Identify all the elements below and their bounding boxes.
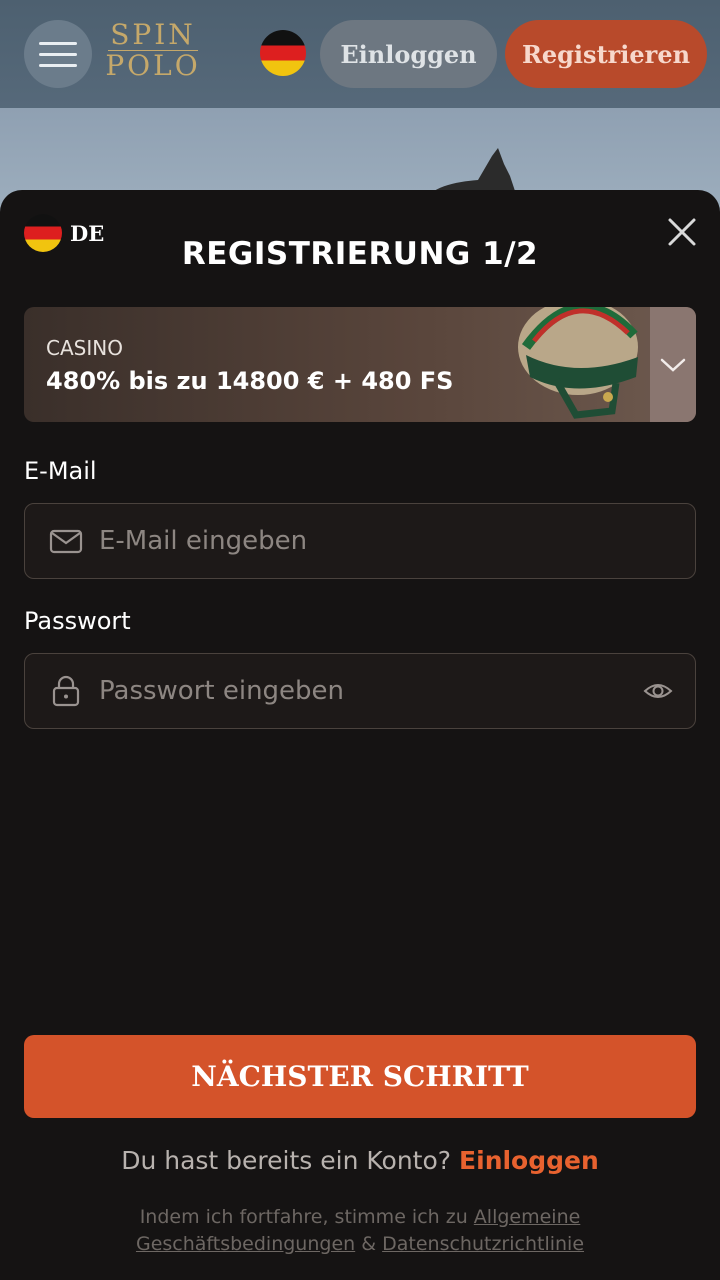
menu-button[interactable] <box>24 20 92 88</box>
header-login-button[interactable]: Einloggen <box>320 20 497 88</box>
bonus-toggle[interactable] <box>650 307 696 422</box>
login-prompt: Du hast bereits ein Konto? Einloggen <box>0 1146 720 1175</box>
email-field[interactable] <box>24 503 696 579</box>
login-prompt-text: Du hast bereits ein Konto? <box>121 1146 452 1175</box>
terms-and: & <box>361 1233 377 1255</box>
bonus-category: CASINO <box>46 336 123 360</box>
hamburger-icon-bar <box>39 41 77 45</box>
privacy-link[interactable]: Datenschutzrichtlinie <box>382 1233 584 1255</box>
chevron-down-icon <box>660 358 686 372</box>
email-label: E-Mail <box>24 457 97 485</box>
hamburger-icon-bar <box>39 52 77 56</box>
site-logo[interactable]: SPIN POLO <box>104 20 202 81</box>
email-input[interactable] <box>99 511 695 571</box>
bonus-offer: 480% bis zu 14800 € + 480 FS <box>46 367 454 395</box>
password-input[interactable] <box>99 661 643 721</box>
logo-line-2: POLO <box>105 49 201 82</box>
password-field[interactable] <box>24 653 696 729</box>
germany-flag-icon[interactable] <box>260 30 306 76</box>
registration-modal: DE REGISTRIERUNG 1/2 CASINO 480% bis zu … <box>0 190 720 1280</box>
next-step-button[interactable]: NÄCHSTER SCHRITT <box>24 1035 696 1118</box>
eye-icon[interactable] <box>643 676 673 706</box>
login-link[interactable]: Einloggen <box>459 1146 599 1175</box>
top-bar: SPIN POLO Einloggen Registrieren <box>0 0 720 108</box>
hamburger-icon-bar <box>39 63 77 67</box>
modal-title: REGISTRIERUNG 1/2 <box>181 236 539 272</box>
logo-line-1: SPIN <box>110 18 196 51</box>
polo-helmet-image <box>518 307 638 419</box>
terms-prefix: Indem ich fortfahre, stimme ich zu <box>139 1206 468 1228</box>
envelope-icon <box>49 529 83 554</box>
lock-icon <box>52 675 80 707</box>
terms-notice: Indem ich fortfahre, stimme ich zu Allge… <box>100 1204 620 1258</box>
password-label: Passwort <box>24 607 131 635</box>
header-register-button[interactable]: Registrieren <box>505 20 707 88</box>
bonus-selector[interactable]: CASINO 480% bis zu 14800 € + 480 FS <box>24 307 696 422</box>
